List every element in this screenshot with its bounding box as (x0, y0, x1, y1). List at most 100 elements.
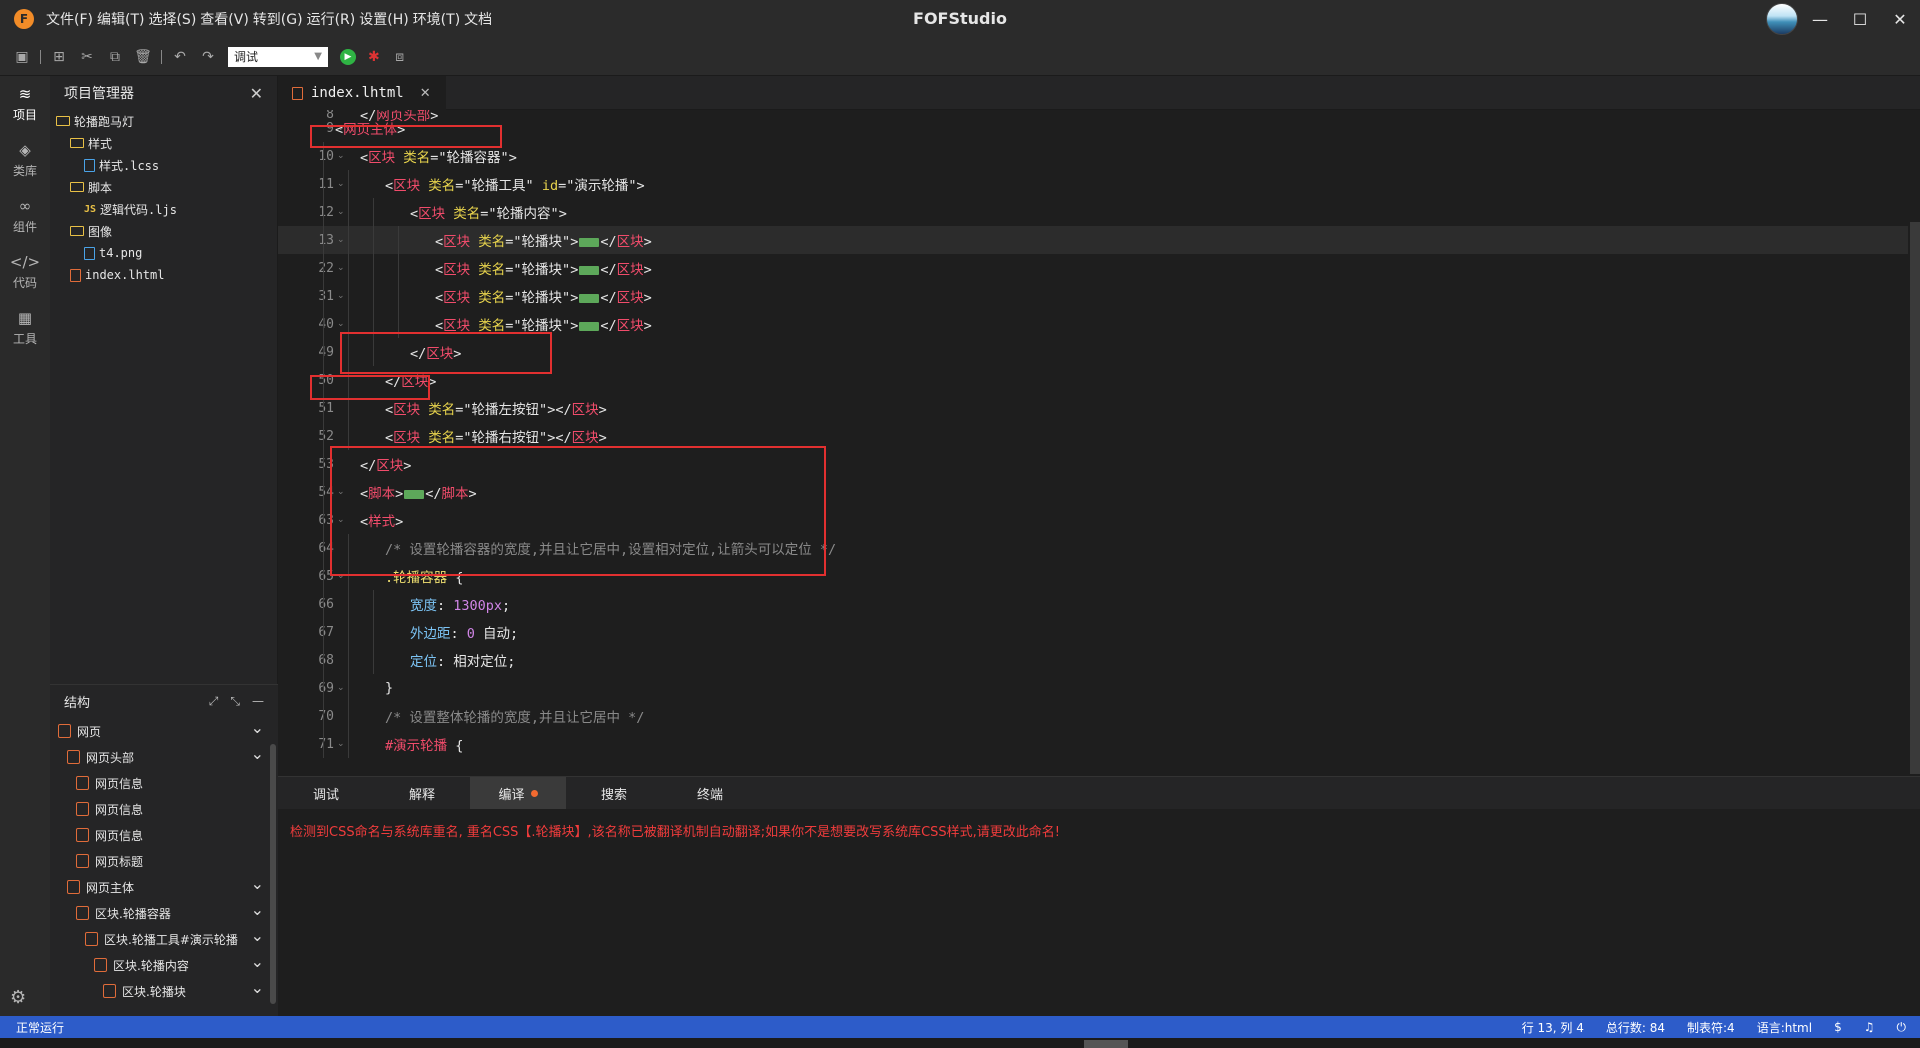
code-line[interactable]: 64 /* 设置轮播容器的宽度,并且让它居中,设置相对定位,让箭头可以定位 */ (278, 534, 1908, 562)
chevron-down-icon[interactable]: ⌄ (251, 926, 264, 945)
structure-scrollbar[interactable] (270, 744, 276, 1004)
close-icon[interactable]: ✕ (250, 84, 263, 103)
cut-icon[interactable]: ✂ (73, 43, 101, 71)
folded-region-marker[interactable] (579, 237, 600, 247)
tree-file[interactable]: 样式.lcss (50, 154, 277, 176)
bottom-tab[interactable]: 编译 (470, 777, 566, 809)
code-line[interactable]: 63 ⌄ <样式> (278, 506, 1908, 534)
debug-bug-icon[interactable]: ✱ (368, 49, 380, 65)
bottom-tab[interactable]: 解释 (374, 777, 470, 809)
delete-icon[interactable]: 🗑 (129, 43, 157, 71)
fold-chevron-icon[interactable]: ⌄ (337, 515, 345, 525)
code-line[interactable]: 13 ⌄ <区块 类名="轮播块"> </区块> (278, 226, 1908, 254)
structure-node[interactable]: 网页 ⌄ (50, 718, 278, 744)
power-icon[interactable]: ⏻ (1897, 1020, 1907, 1035)
fold-chevron-icon[interactable]: ⌄ (337, 683, 345, 693)
folded-region-marker[interactable] (579, 293, 600, 303)
currency-icon[interactable]: $ (1834, 1020, 1842, 1034)
tree-file[interactable]: t4.png (50, 242, 277, 264)
bottom-tab[interactable]: 调试 (278, 777, 374, 809)
code-line[interactable]: 12 ⌄ <区块 类名="轮播内容"> (278, 198, 1908, 226)
folded-region-marker[interactable] (404, 489, 425, 499)
menu-item[interactable]: 环境(T) (411, 9, 462, 29)
menu-item[interactable]: 转到(G) (251, 9, 305, 29)
code-line[interactable]: 10 ⌄ <区块 类名="轮播容器"> (278, 142, 1908, 170)
fold-chevron-icon[interactable]: ⌄ (337, 739, 345, 749)
code-editor[interactable]: 8 </网页头部> 9 ⌄ <网页主体> 10 ⌄ <区块 类名="轮播容器"> 11 ⌄ <区… (278, 110, 1920, 776)
fold-chevron-icon[interactable]: ⌄ (337, 291, 345, 301)
structure-node[interactable]: 网页主体 ⌄ (50, 874, 278, 900)
code-line[interactable]: 65 ⌄ .轮播容器 { (278, 562, 1908, 590)
bottom-tab[interactable]: 搜索 (566, 777, 662, 809)
fold-chevron-icon[interactable]: ⌄ (337, 235, 345, 245)
folded-region-marker[interactable] (579, 321, 600, 331)
structure-node[interactable]: 网页信息 (50, 770, 278, 796)
tab-size[interactable]: 制表符:4 (1687, 1019, 1735, 1036)
maximize-button[interactable]: ☐ (1840, 0, 1880, 38)
structure-node[interactable]: 区块.轮播内容 ⌄ (50, 952, 278, 978)
structure-node[interactable]: 区块.轮播容器 ⌄ (50, 900, 278, 926)
chevron-down-icon[interactable]: ⌄ (251, 952, 264, 971)
menu-item[interactable]: 设置(H) (357, 9, 410, 29)
code-line[interactable]: 11 ⌄ <区块 类名="轮播工具" id="演示轮播"> (278, 170, 1908, 198)
activity-item[interactable]: ▦ 工具 (0, 300, 50, 356)
code-line[interactable]: 49 </区块> (278, 338, 1908, 366)
fold-chevron-icon[interactable]: ⌄ (337, 319, 345, 329)
close-window-button[interactable]: ✕ (1880, 0, 1920, 38)
fold-chevron-icon[interactable]: ⌄ (337, 263, 345, 273)
folded-region-marker[interactable] (579, 265, 600, 275)
code-line[interactable]: 51 <区块 类名="轮播左按钮"></区块> (278, 394, 1908, 422)
activity-item[interactable]: ◈ 类库 (0, 132, 50, 188)
structure-node[interactable]: 网页信息 (50, 822, 278, 848)
collapse-icon[interactable]: ⤡ (230, 694, 240, 709)
tab-index-lhtml[interactable]: index.lhtml ✕ (278, 76, 446, 110)
run-mode-select[interactable]: 调试 ▼ (228, 46, 328, 67)
code-line[interactable]: 70 /* 设置整体轮播的宽度,并且让它居中 */ (278, 702, 1908, 730)
language-mode[interactable]: 语言:html (1757, 1019, 1812, 1036)
run-play-icon[interactable]: ▶ (340, 48, 356, 65)
code-line[interactable]: 69 ⌄} (278, 674, 1908, 702)
save-icon[interactable]: ▣ (8, 43, 36, 71)
close-tab-icon[interactable]: ✕ (420, 86, 431, 101)
activity-item[interactable]: </> 代码 (0, 244, 50, 300)
fold-chevron-icon[interactable]: ⌄ (337, 207, 345, 217)
structure-node[interactable]: 网页信息 (50, 796, 278, 822)
code-line[interactable]: 52 <区块 类名="轮播右按钮"></区块> (278, 422, 1908, 450)
copy-icon[interactable]: ⧉ (101, 43, 129, 71)
fold-chevron-icon[interactable]: ⌄ (337, 179, 345, 189)
code-line[interactable]: 40 ⌄ <区块 类名="轮播块"> </区块> (278, 310, 1908, 338)
code-line[interactable]: 68 定位: 相对定位; (278, 646, 1908, 674)
bottom-tab[interactable]: 终端 (662, 777, 758, 809)
new-file-icon[interactable]: ⊞ (45, 43, 73, 71)
preview-icon[interactable]: ⧈ (386, 43, 414, 71)
chevron-down-icon[interactable]: ⌄ (251, 874, 264, 893)
activity-item[interactable]: ∞ 组件 (0, 188, 50, 244)
editor-scrollbar[interactable] (1910, 222, 1920, 774)
gear-icon[interactable]: ⚙ (10, 987, 26, 1008)
code-line[interactable]: 54 ⌄ <脚本> </脚本> (278, 478, 1908, 506)
structure-node[interactable]: 网页标题 (50, 848, 278, 874)
code-line[interactable]: 67 外边距: 0 自动; (278, 618, 1908, 646)
tree-file[interactable]: index.lhtml (50, 264, 277, 286)
code-line[interactable]: 66 宽度: 1300px; (278, 590, 1908, 618)
menu-item[interactable]: 编辑(T) (95, 9, 146, 29)
menu-item[interactable]: 文档 (462, 9, 494, 29)
chevron-down-icon[interactable]: ⌄ (251, 978, 264, 997)
fold-chevron-icon[interactable]: ⌄ (337, 487, 345, 497)
menu-item[interactable]: 运行(R) (305, 9, 358, 29)
expand-icon[interactable]: ⤢ (209, 694, 219, 709)
minus-icon[interactable]: — (252, 694, 264, 709)
structure-node[interactable]: 网页头部 ⌄ (50, 744, 278, 770)
code-line[interactable]: 31 ⌄ <区块 类名="轮播块"> </区块> (278, 282, 1908, 310)
tree-folder[interactable]: 脚本 (50, 176, 277, 198)
cursor-position[interactable]: 行 13, 列 4 (1522, 1019, 1584, 1036)
chevron-down-icon[interactable]: ⌄ (251, 718, 264, 737)
structure-node[interactable]: 区块.轮播块 ⌄ (50, 978, 278, 1004)
minimize-button[interactable]: — (1800, 0, 1840, 38)
menu-item[interactable]: 查看(V) (198, 9, 251, 29)
code-line[interactable]: 53 </区块> (278, 450, 1908, 478)
tree-folder[interactable]: 轮播跑马灯 (50, 110, 277, 132)
code-line[interactable]: 50 </区块> (278, 366, 1908, 394)
menu-item[interactable]: 文件(F) (44, 9, 95, 29)
tree-folder[interactable]: 图像 (50, 220, 277, 242)
